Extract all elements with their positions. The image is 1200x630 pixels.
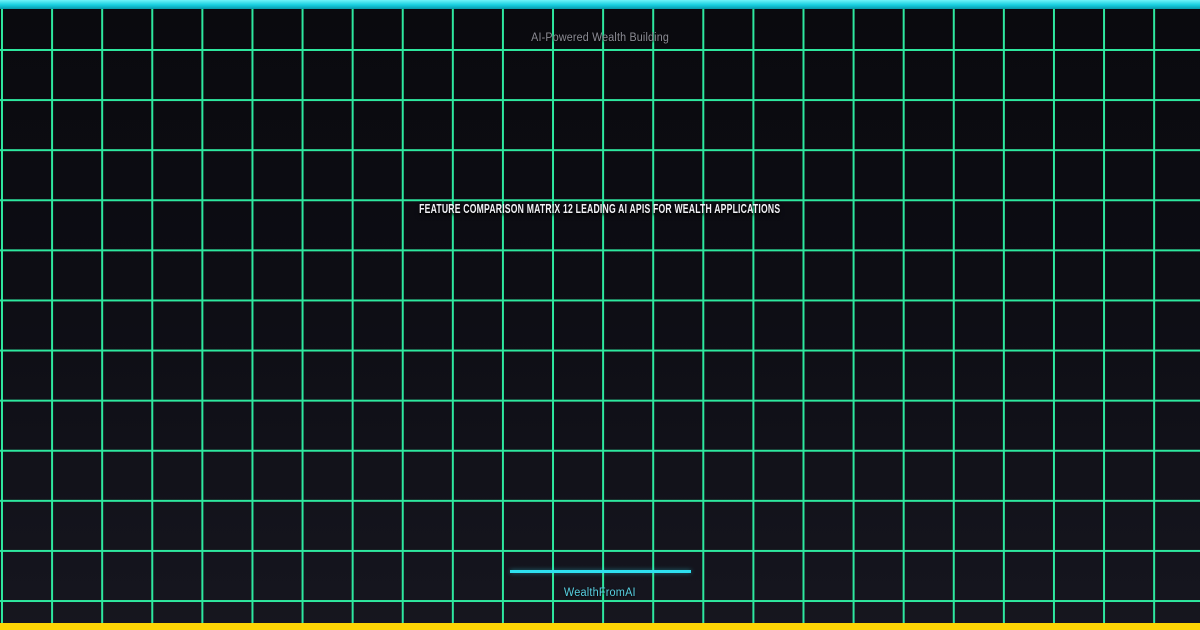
top-accent-bar [0, 0, 1200, 9]
brand-name: WealthFromAI [0, 586, 1200, 600]
eyebrow-label: AI-Powered Wealth Building [531, 31, 669, 45]
page-title-label: FEATURE COMPARISON MATRIX 12 LEADING AI … [419, 202, 780, 217]
eyebrow-text: AI-Powered Wealth Building [0, 31, 1200, 45]
grid-background: AI-Powered Wealth Building FEATURE COMPA… [0, 0, 1200, 630]
page-title: FEATURE COMPARISON MATRIX 12 LEADING AI … [0, 202, 1200, 217]
brand-label: WealthFromAI [564, 586, 636, 600]
bottom-accent-bar [0, 623, 1200, 630]
divider-line [510, 570, 691, 573]
